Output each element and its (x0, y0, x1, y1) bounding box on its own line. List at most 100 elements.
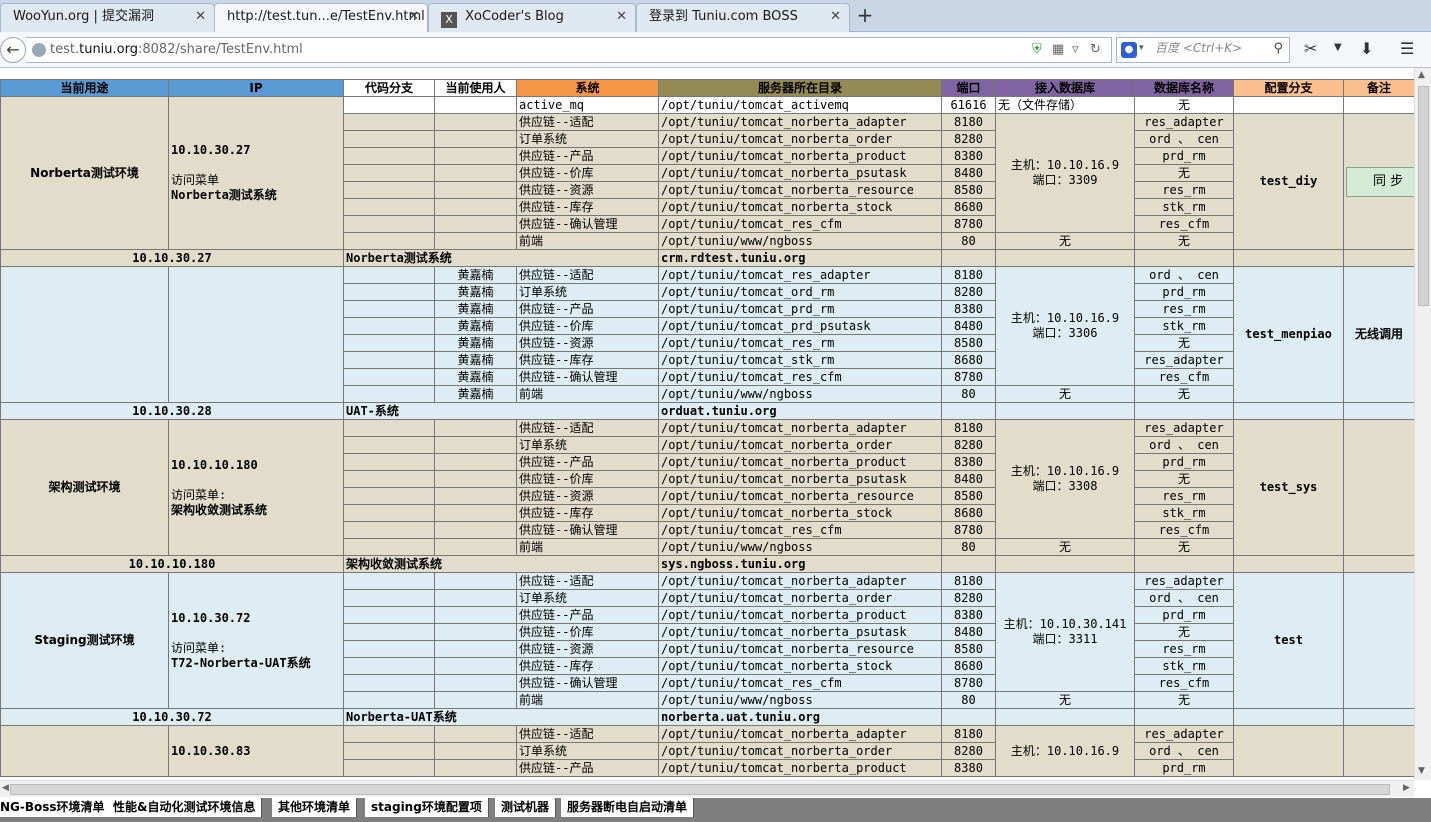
ip-cell[interactable]: 10.10.30.72 访问菜单: T72-Norberta-UAT系统 (168, 572, 344, 709)
summary-ip[interactable]: 10.10.30.28 (0, 402, 344, 420)
dbname-cell[interactable]: res_cfm (1134, 521, 1234, 539)
dbname-cell[interactable]: ord 、 cen (1134, 436, 1234, 454)
branch-cell[interactable] (343, 96, 435, 114)
reload-icon[interactable]: ↻ (1090, 42, 1101, 57)
note-cell[interactable] (1343, 572, 1415, 709)
user-cell[interactable] (434, 113, 517, 131)
user-cell[interactable] (434, 470, 517, 488)
dir-cell[interactable]: /opt/tuniu/tomcat_norberta_adapter (658, 725, 942, 743)
branch-cell[interactable] (343, 436, 435, 454)
browser-tab-tuniu-boss[interactable]: 登录到 Tuniu.com BOSS ✕ (636, 3, 850, 32)
port-cell[interactable]: 8580 (941, 181, 996, 199)
summary-ip[interactable]: 10.10.30.27 (0, 249, 344, 267)
branch-cell[interactable] (343, 215, 435, 233)
dbname-cell[interactable]: 无 (1134, 232, 1234, 250)
dir-cell[interactable]: /opt/tuniu/tomcat_norberta_order (658, 742, 942, 760)
system-cell[interactable]: 前端 (516, 691, 659, 709)
branch-cell[interactable] (343, 453, 435, 471)
summary-system[interactable]: 架构收敛测试系统 (343, 555, 659, 573)
summary-system[interactable]: UAT-系统 (343, 402, 659, 420)
dir-cell[interactable]: /opt/tuniu/tomcat_res_cfm (658, 368, 942, 386)
summary-domain[interactable]: sys.ngboss.tuniu.org (658, 555, 942, 573)
branch-cell[interactable] (343, 606, 435, 624)
system-cell[interactable]: 供应链--适配 (516, 419, 659, 437)
url-text[interactable]: test.tuniu.org:8082/share/TestEnv.html (50, 42, 303, 57)
system-cell[interactable]: 供应链--适配 (516, 266, 659, 284)
dbname-cell[interactable]: res_rm (1134, 640, 1234, 658)
system-cell[interactable]: 供应链--产品 (516, 147, 659, 165)
header-cell[interactable]: 当前使用人 (434, 79, 517, 97)
port-cell[interactable]: 8480 (941, 164, 996, 182)
dir-cell[interactable]: /opt/tuniu/www/ngboss (658, 691, 942, 709)
browser-tab-xocoder[interactable]: X XoCoder's Blog ✕ (428, 3, 636, 32)
dir-cell[interactable]: /opt/tuniu/tomcat_norberta_product (658, 606, 942, 624)
qr-code-icon[interactable]: ▦ (1052, 42, 1064, 57)
dir-cell[interactable]: /opt/tuniu/tomcat_res_rm (658, 334, 942, 352)
user-cell[interactable] (434, 742, 517, 760)
branch-cell[interactable] (343, 640, 435, 658)
system-cell[interactable]: 供应链--价库 (516, 317, 659, 335)
user-cell[interactable] (434, 164, 517, 182)
db-host-cell[interactable]: 主机：10.10.16.9 (995, 725, 1135, 777)
scroll-down-arrow-icon[interactable]: ▼ (1418, 766, 1425, 776)
system-cell[interactable]: 供应链--资源 (516, 487, 659, 505)
system-cell[interactable]: 前端 (516, 232, 659, 250)
branch-cell[interactable] (343, 232, 435, 250)
menu-hamburger-icon[interactable]: ☰ (1400, 39, 1414, 58)
branch-cell[interactable] (343, 385, 435, 403)
branch-cell[interactable] (343, 589, 435, 607)
port-cell[interactable]: 8780 (941, 215, 996, 233)
ip-cell[interactable]: 10.10.10.180 访问菜单: 架构收敛测试系统 (168, 419, 344, 556)
dbname-cell[interactable]: res_cfm (1134, 215, 1234, 233)
port-cell[interactable]: 8280 (941, 589, 996, 607)
dbname-cell[interactable]: prd_rm (1134, 606, 1234, 624)
address-bar[interactable]: test.tuniu.org:8082/share/TestEnv.html ⛨… (26, 37, 1112, 63)
env-name-cell[interactable]: Staging测试环境 (0, 572, 169, 709)
system-cell[interactable]: 供应链--库存 (516, 198, 659, 216)
search-magnifier-icon[interactable]: ⚲ (1273, 41, 1283, 56)
branch-cell[interactable] (343, 742, 435, 760)
dir-cell[interactable]: /opt/tuniu/tomcat_prd_psutask (658, 317, 942, 335)
ip-cell[interactable]: 10.10.30.27 访问菜单 Norberta测试系统 (168, 96, 344, 250)
port-cell[interactable]: 8580 (941, 640, 996, 658)
db-cell[interactable]: 无 (995, 232, 1135, 250)
dbname-cell[interactable]: ord 、 cen (1134, 130, 1234, 148)
user-cell[interactable] (434, 623, 517, 641)
branch-cell[interactable] (343, 181, 435, 199)
branch-cell[interactable] (343, 521, 435, 539)
system-cell[interactable]: 订单系统 (516, 589, 659, 607)
port-cell[interactable]: 61616 (941, 96, 996, 114)
dbname-cell[interactable]: 无 (1134, 334, 1234, 352)
close-tab-icon[interactable]: ✕ (830, 4, 841, 30)
dir-cell[interactable]: /opt/tuniu/tomcat_prd_rm (658, 300, 942, 318)
dbname-cell[interactable]: prd_rm (1134, 283, 1234, 301)
port-cell[interactable]: 80 (941, 538, 996, 556)
db-cell[interactable]: 无 (995, 538, 1135, 556)
user-cell[interactable] (434, 674, 517, 692)
system-cell[interactable]: 订单系统 (516, 283, 659, 301)
port-cell[interactable]: 8480 (941, 317, 996, 335)
system-cell[interactable]: 供应链--价库 (516, 623, 659, 641)
port-cell[interactable]: 8280 (941, 283, 996, 301)
browser-tab-testenv[interactable]: http://test.tun...e/TestEnv.html ✕ (214, 3, 428, 33)
system-cell[interactable]: 订单系统 (516, 130, 659, 148)
config-branch-cell[interactable]: test (1233, 572, 1344, 709)
system-cell[interactable]: active_mq (516, 96, 659, 114)
user-cell[interactable]: 黄嘉楠 (434, 283, 517, 301)
search-input[interactable] (1155, 41, 1265, 55)
dbname-cell[interactable]: res_rm (1134, 300, 1234, 318)
port-cell[interactable]: 8580 (941, 487, 996, 505)
port-cell[interactable]: 8380 (941, 759, 996, 777)
port-cell[interactable]: 8280 (941, 742, 996, 760)
new-tab-button[interactable]: + (852, 3, 878, 29)
env-name-cell[interactable] (0, 266, 169, 403)
dbname-cell[interactable]: 无 (1134, 623, 1234, 641)
user-cell[interactable] (434, 419, 517, 437)
note-cell[interactable]: 无线调用 (1343, 266, 1415, 403)
branch-cell[interactable] (343, 147, 435, 165)
dir-cell[interactable]: /opt/tuniu/tomcat_norberta_adapter (658, 572, 942, 590)
dbname-cell[interactable]: stk_rm (1134, 504, 1234, 522)
dir-cell[interactable]: /opt/tuniu/tomcat_norberta_product (658, 147, 942, 165)
dbname-cell[interactable]: stk_rm (1134, 198, 1234, 216)
dir-cell[interactable]: /opt/tuniu/tomcat_norberta_adapter (658, 113, 942, 131)
